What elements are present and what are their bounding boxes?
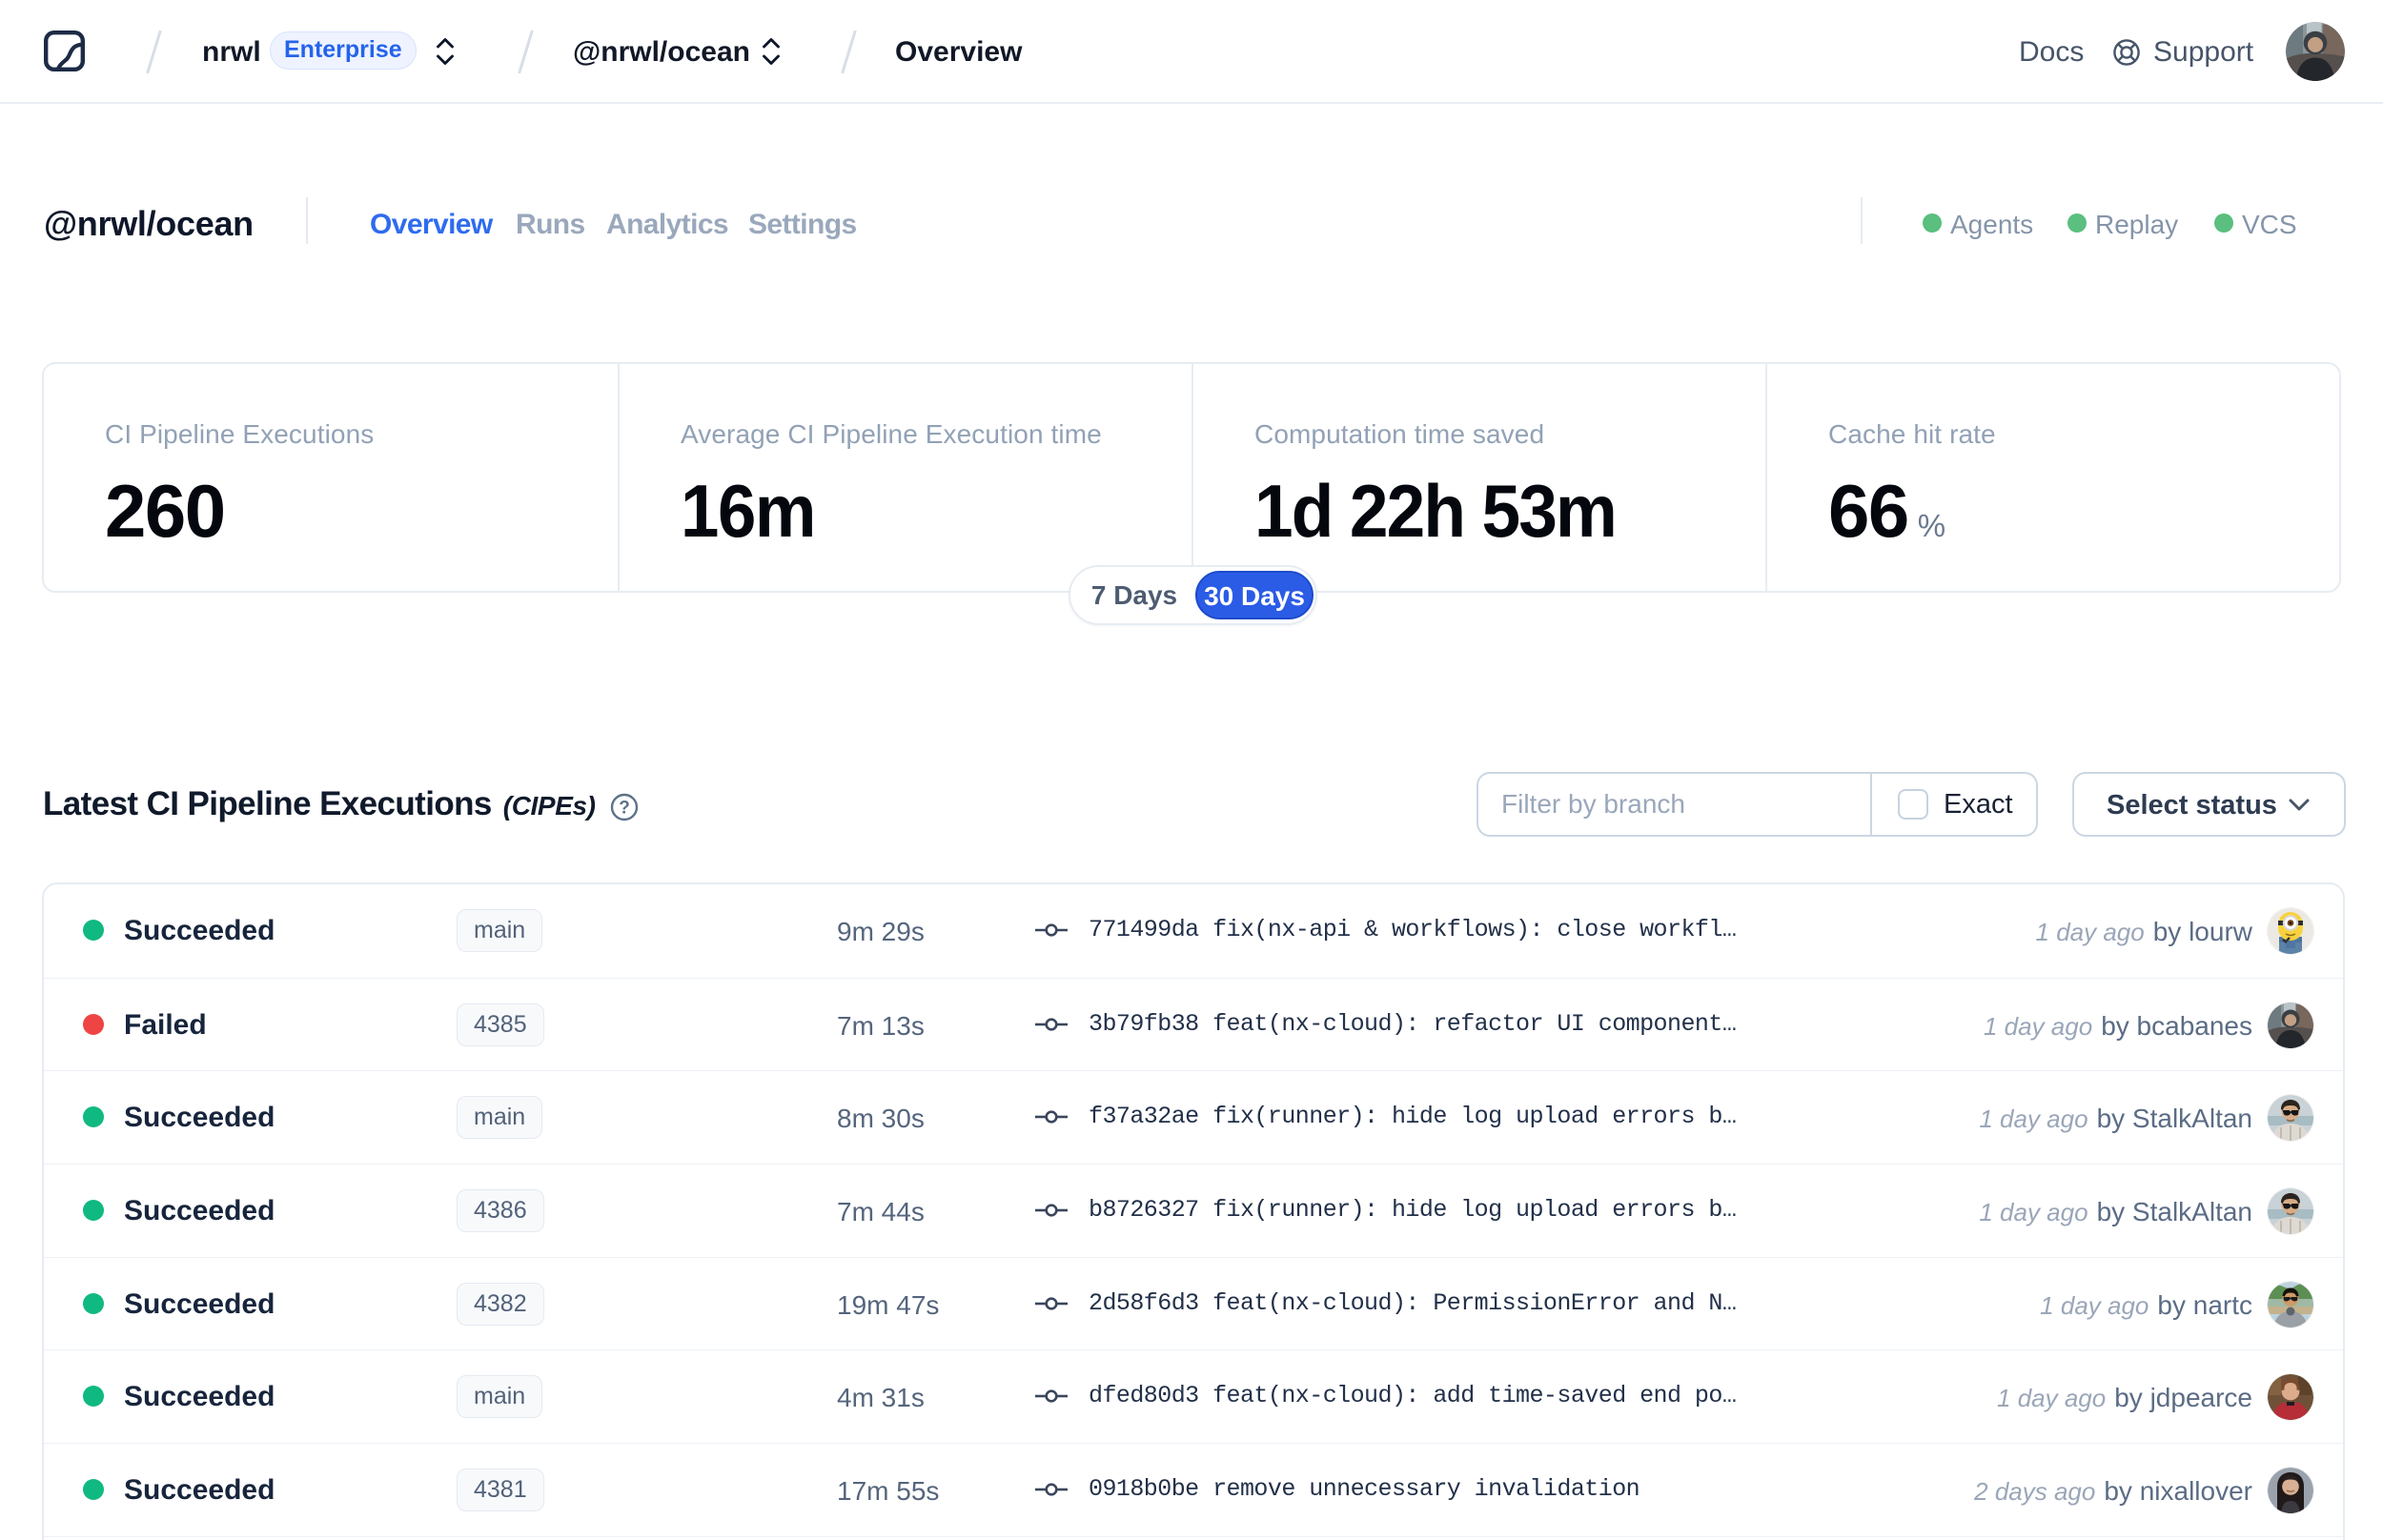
svg-text:?: ? [619, 799, 630, 819]
